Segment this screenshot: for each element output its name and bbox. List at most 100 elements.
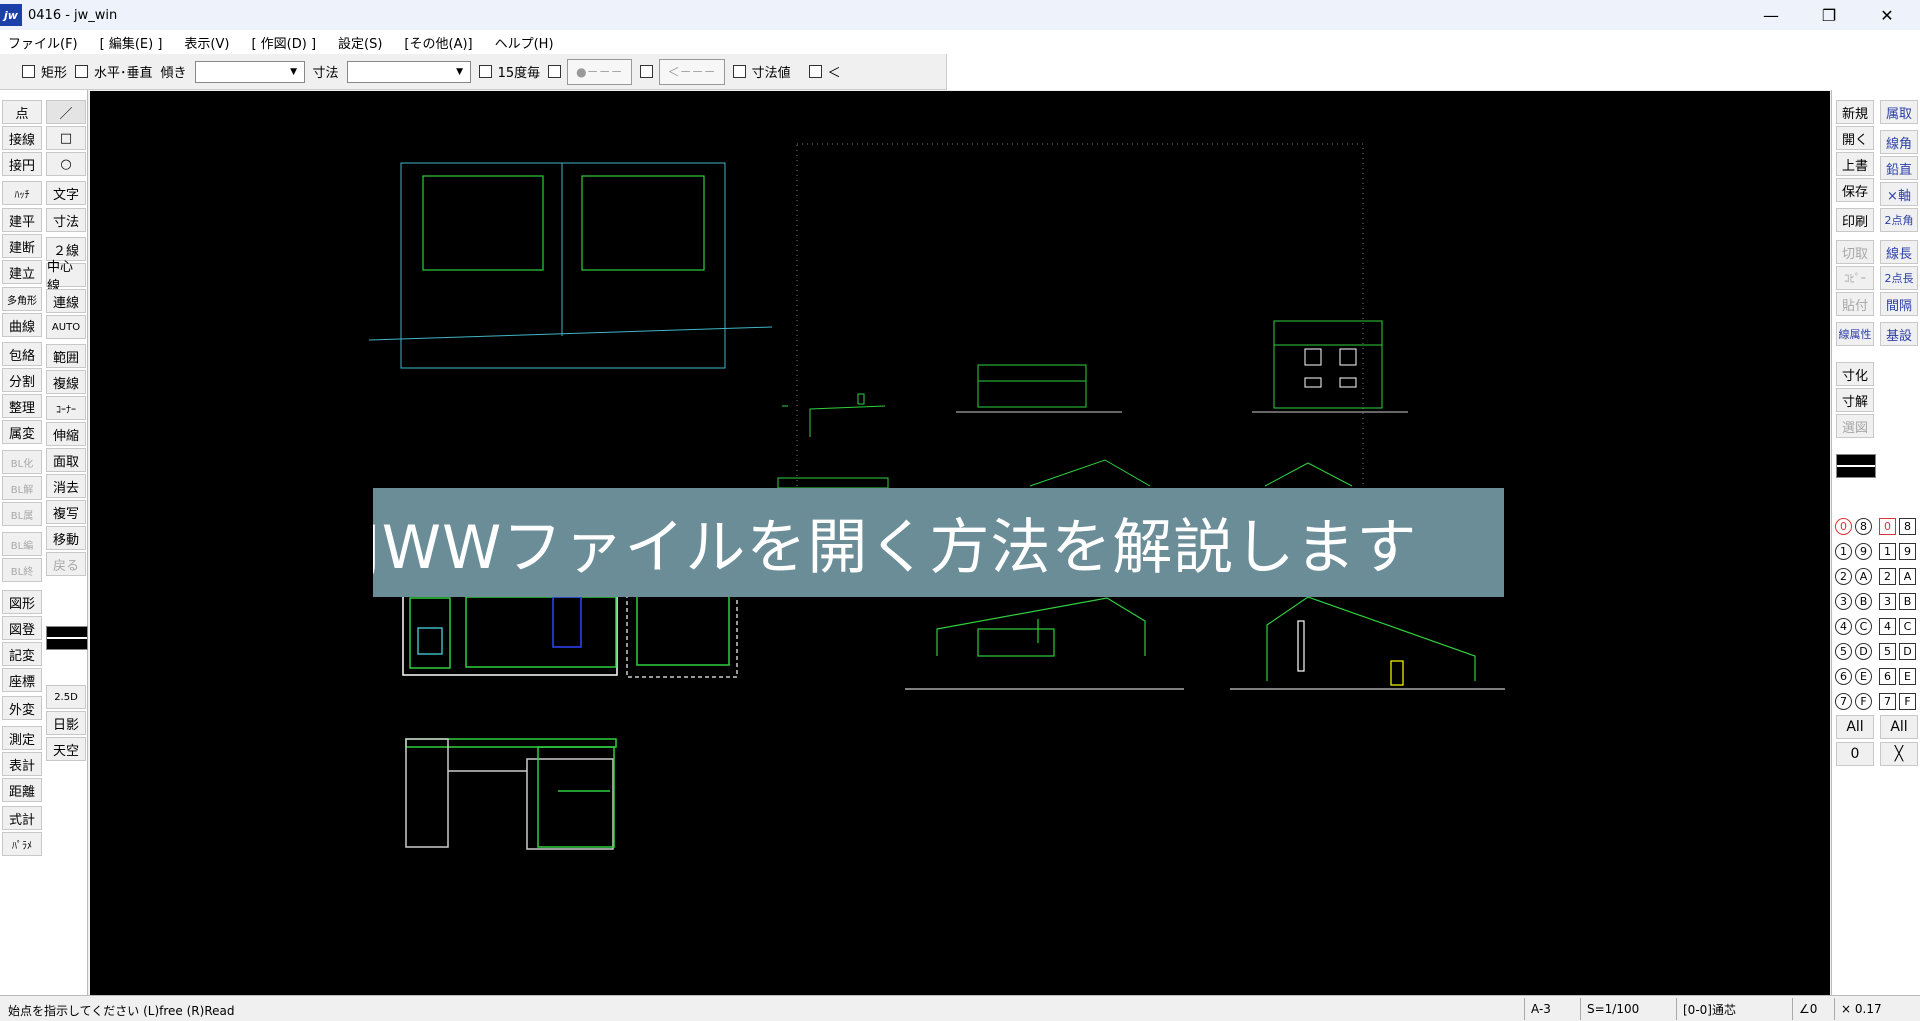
left-tool2-3[interactable]: 文字 [46, 181, 86, 205]
left-tool2-6[interactable]: 中心線 [46, 260, 86, 294]
zero-button[interactable]: 0 [1836, 742, 1874, 766]
left-tool2-10[interactable]: 複線 [46, 370, 86, 394]
left-tool2-14[interactable]: 消去 [46, 474, 86, 498]
left-tool2-20[interactable]: 天空 [46, 737, 86, 761]
right-tool2-0[interactable]: 属取 [1880, 100, 1918, 124]
left-tool2-15[interactable]: 複写 [46, 500, 86, 524]
right-tool2-3[interactable]: ×軸 [1880, 182, 1918, 206]
layer-5[interactable]: 5 [1878, 641, 1897, 662]
menu-draw[interactable]: [ 作図(D) ] [251, 33, 316, 52]
left-tool-14[interactable]: BL解 [2, 476, 42, 500]
layer-group-b-3[interactable]: B [1854, 591, 1873, 612]
left-tool-20[interactable]: 記変 [2, 642, 42, 666]
layer-b-5[interactable]: D [1898, 641, 1917, 662]
right-tool2-8[interactable]: 基設 [1880, 322, 1918, 346]
line-color-swatch[interactable] [1836, 454, 1876, 478]
layer-b-1[interactable]: 9 [1898, 541, 1917, 562]
left-tool2-7[interactable]: 連線 [46, 289, 86, 313]
menu-settings[interactable]: 設定(S) [338, 33, 382, 52]
left-tool-19[interactable]: 図登 [2, 616, 42, 640]
circle-line-button[interactable]: ●－－－ [567, 58, 632, 85]
left-tool-9[interactable]: 包絡 [2, 342, 42, 366]
left-tool-17[interactable]: BL終 [2, 558, 42, 582]
left-tool-26[interactable]: 式計 [2, 806, 42, 830]
layer-group-b-4[interactable]: C [1854, 616, 1873, 637]
lt-checkbox[interactable] [808, 65, 822, 78]
angle-display[interactable]: ∠0 [1792, 998, 1834, 1020]
left-tool-23[interactable]: 測定 [2, 726, 42, 750]
left-tool2-17[interactable]: 戻る [46, 552, 86, 576]
tilt-combo[interactable]: ▼ [194, 60, 305, 83]
layer-group-b-0[interactable]: 8 [1854, 516, 1873, 537]
arrow-checkbox[interactable] [639, 65, 653, 78]
right-tool2-4[interactable]: 2点角 [1880, 208, 1918, 232]
zoom-display[interactable]: × 0.17 [1834, 998, 1920, 1020]
close-button[interactable]: ✕ [1858, 0, 1916, 30]
layer-6[interactable]: 6 [1878, 666, 1897, 687]
left-tool2-8[interactable]: AUTO [46, 315, 86, 339]
layer-3[interactable]: 3 [1878, 591, 1897, 612]
right-tool2-7[interactable]: 間隔 [1880, 292, 1918, 316]
left-tool-8[interactable]: 曲線 [2, 313, 42, 337]
dim-value-checkbox[interactable] [732, 65, 746, 78]
right-tool-9[interactable]: 寸化 [1836, 362, 1874, 386]
right-tool-3[interactable]: 保存 [1836, 178, 1874, 202]
layer-group-3[interactable]: 3 [1834, 591, 1853, 612]
left-tool-27[interactable]: ﾊﾟﾗﾒ [2, 832, 42, 856]
all-layer-groups-button[interactable]: All [1836, 715, 1874, 739]
left-tool2-4[interactable]: 寸法 [46, 208, 86, 232]
left-tool-15[interactable]: BL属 [2, 502, 42, 526]
right-tool-0[interactable]: 新規 [1836, 100, 1874, 124]
all-layers-button[interactable]: All [1880, 715, 1918, 739]
cross-button[interactable]: ╳ [1880, 742, 1918, 766]
right-tool-6[interactable]: ｺﾋﾟｰ [1836, 266, 1874, 290]
left-tool-2[interactable]: 接円 [2, 152, 42, 176]
scale-display[interactable]: S=1/100 [1580, 998, 1676, 1020]
left-tool-24[interactable]: 表計 [2, 752, 42, 776]
right-tool-2[interactable]: 上書 [1836, 152, 1874, 176]
dim-combo[interactable]: ▼ [346, 60, 471, 83]
hv-checkbox[interactable] [75, 65, 89, 78]
layer-b-4[interactable]: C [1898, 616, 1917, 637]
right-tool-11[interactable]: 選図 [1836, 414, 1874, 438]
paper-size[interactable]: A-3 [1524, 998, 1580, 1020]
left-tool2-13[interactable]: 面取 [46, 448, 86, 472]
layer-group-7[interactable]: 7 [1834, 691, 1853, 712]
left-tool-10[interactable]: 分割 [2, 368, 42, 392]
menu-other[interactable]: [その他(A)] [404, 33, 472, 52]
right-tool-8[interactable]: 線属性 [1836, 322, 1874, 346]
layer-b-7[interactable]: F [1898, 691, 1917, 712]
rect-checkbox[interactable] [22, 65, 35, 78]
right-tool-7[interactable]: 貼付 [1836, 292, 1874, 316]
left-tool2-1[interactable]: □ [46, 126, 86, 150]
left-tool-7[interactable]: 多角形 [2, 287, 42, 311]
right-tool-5[interactable]: 切取 [1836, 240, 1874, 264]
left-tool-22[interactable]: 外変 [2, 696, 42, 720]
layer-1[interactable]: 1 [1878, 541, 1897, 562]
right-tool2-1[interactable]: 線角 [1880, 130, 1918, 154]
left-tool-0[interactable]: 点 [2, 100, 42, 124]
left-tool2-11[interactable]: ｺｰﾅｰ [46, 396, 86, 420]
layer-4[interactable]: 4 [1878, 616, 1897, 637]
layer-0[interactable]: 0 [1878, 516, 1897, 537]
restore-button[interactable]: ❐ [1800, 0, 1858, 30]
circle-checkbox[interactable] [548, 65, 562, 78]
layer-group-b-6[interactable]: E [1854, 666, 1873, 687]
left-tool-16[interactable]: BL編 [2, 532, 42, 556]
layer-b-6[interactable]: E [1898, 666, 1917, 687]
left-tool-12[interactable]: 属変 [2, 420, 42, 444]
layer-b-3[interactable]: B [1898, 591, 1917, 612]
left-tool-21[interactable]: 座標 [2, 668, 42, 692]
right-tool2-2[interactable]: 鉛直 [1880, 156, 1918, 180]
left-tool-25[interactable]: 距離 [2, 778, 42, 802]
layer-group-b-1[interactable]: 9 [1854, 541, 1873, 562]
left-tool2-12[interactable]: 伸縮 [46, 422, 86, 446]
layer-b-2[interactable]: A [1898, 566, 1917, 587]
menu-help[interactable]: ヘルプ(H) [495, 33, 554, 52]
right-tool2-5[interactable]: 線長 [1880, 240, 1918, 264]
left-tool-5[interactable]: 建断 [2, 234, 42, 258]
left-tool2-19[interactable]: 日影 [46, 711, 86, 735]
right-tool2-6[interactable]: 2点長 [1880, 266, 1918, 290]
layer-group-b-5[interactable]: D [1854, 641, 1873, 662]
drawing-canvas[interactable]: JWWファイルを開く方法を解説します [90, 91, 1830, 995]
